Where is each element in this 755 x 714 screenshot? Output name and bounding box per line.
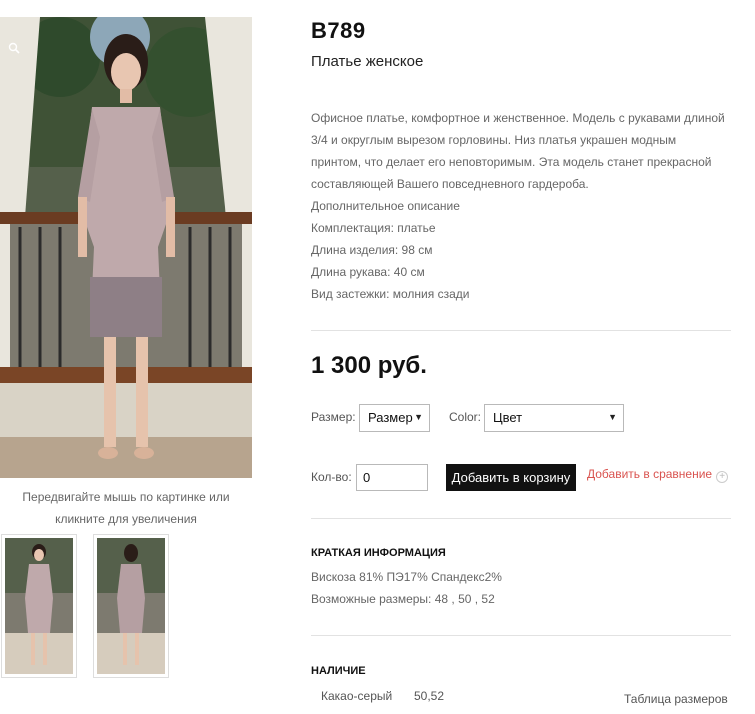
dropdown-arrow-icon: ▼ (414, 412, 423, 422)
divider (311, 518, 731, 519)
size-select-value: Размер (368, 410, 413, 425)
available-sizes-text: Возможные размеры: 48 , 50 , 52 (311, 592, 495, 606)
product-name: Платье женское (311, 53, 424, 70)
product-description: Офисное платье, комфортное и женственное… (311, 107, 731, 305)
description-line: 3/4 и округлым вырезом горловины. Низ пл… (311, 133, 677, 147)
thumbnail-front[interactable] (1, 534, 77, 678)
photo-hint-line-1: Передвигайте мышь по картинке или (22, 490, 230, 504)
description-line: принтом, что делает его неповторимым. Эт… (311, 155, 712, 169)
product-sku: B789 (311, 18, 366, 43)
add-to-compare-link[interactable]: Добавить в сравнение + (587, 467, 729, 483)
brief-info-title: КРАТКАЯ ИНФОРМАЦИЯ (311, 547, 446, 559)
description-line: Длина рукава: 40 см (311, 265, 425, 279)
description-line: Дополнительное описание (311, 199, 460, 213)
divider (311, 635, 731, 636)
availability-title: НАЛИЧИЕ (311, 665, 366, 677)
dropdown-arrow-icon: ▼ (608, 412, 617, 422)
divider (311, 330, 731, 331)
product-price: 1 300 руб. (311, 352, 427, 379)
plus-circle-icon: + (716, 471, 729, 483)
main-product-photo[interactable] (0, 17, 252, 478)
color-label: Color: (449, 410, 482, 424)
quantity-label: Кол-во: (311, 470, 352, 484)
size-table-link[interactable]: Таблица размеров (624, 692, 728, 706)
availability-color: Какао-серый (321, 689, 393, 703)
photo-hint-line-2: кликните для увеличения (55, 512, 197, 526)
description-line: Офисное платье, комфортное и женственное… (311, 111, 725, 125)
composition-text: Вискоза 81% ПЭ17% Спандекс2% (311, 570, 502, 584)
magnifier-icon (8, 42, 20, 54)
description-line: Вид застежки: молния сзади (311, 287, 470, 301)
color-select[interactable]: Цвет ▼ (484, 404, 624, 432)
size-label: Размер: (311, 410, 356, 424)
size-select[interactable]: Размер ▼ (359, 404, 430, 432)
add-to-cart-button[interactable]: Добавить в корзину (446, 464, 576, 491)
quantity-input[interactable] (356, 464, 428, 491)
photo-zoom-hint: Передвигайте мышь по картинке или кликни… (0, 486, 252, 530)
description-line: Комплектация: платье (311, 221, 436, 235)
thumbnail-back[interactable] (93, 534, 169, 678)
description-line: Длина изделия: 98 см (311, 243, 433, 257)
description-line: составляющей Вашего повседневного гардер… (311, 177, 589, 191)
availability-sizes: 50,52 (414, 689, 445, 703)
color-select-value: Цвет (493, 410, 523, 425)
compare-link-label: Добавить в сравнение (587, 467, 713, 481)
